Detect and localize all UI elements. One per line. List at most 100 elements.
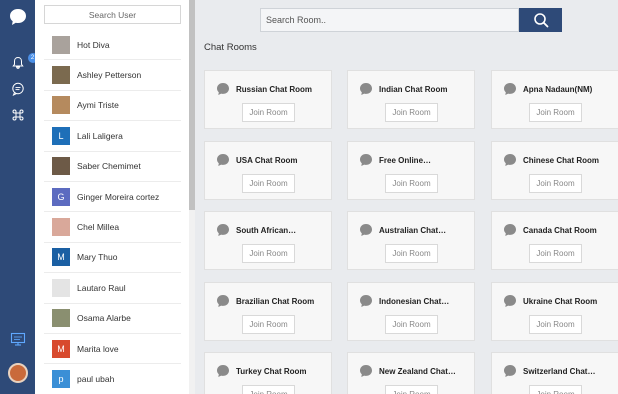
join-room-button[interactable]: Join Room xyxy=(385,103,438,122)
user-list-item[interactable]: Chel Millea xyxy=(44,212,181,243)
user-list-item[interactable]: M Mary Thuo xyxy=(44,243,181,274)
room-card-header: Russian Chat Room xyxy=(216,82,312,96)
room-card: Australian Chat… Join Room xyxy=(347,211,475,270)
join-room-button[interactable]: Join Room xyxy=(242,103,295,122)
join-room-button[interactable]: Join Room xyxy=(385,315,438,334)
room-card: Indian Chat Room Join Room xyxy=(347,70,475,129)
user-list-item[interactable]: Aymi Triste xyxy=(44,91,181,122)
user-name: paul ubah xyxy=(77,373,115,384)
room-card: New Zealand Chat… Join Room xyxy=(347,352,475,394)
chat-bubble-icon xyxy=(360,224,372,236)
command-button[interactable] xyxy=(0,106,35,124)
room-name: Indian Chat Room xyxy=(379,84,448,94)
user-list-panel: Hot Diva Ashley Petterson Aymi Triste L Lali… xyxy=(35,0,195,394)
avatar xyxy=(52,96,70,115)
join-room-button[interactable]: Join Room xyxy=(529,174,582,193)
chat-bubble-icon xyxy=(360,83,372,95)
room-card: Chinese Chat Room Join Room xyxy=(491,141,618,200)
search-room-input[interactable] xyxy=(260,8,519,32)
room-card-header: Switzerland Chat… xyxy=(503,364,595,378)
join-room-button[interactable]: Join Room xyxy=(242,385,295,394)
chat-bubble-icon xyxy=(504,83,516,95)
user-list: Hot Diva Ashley Petterson Aymi Triste L Lali… xyxy=(44,30,181,394)
room-card: South African… Join Room xyxy=(204,211,332,270)
room-card-header: Turkey Chat Room xyxy=(216,364,307,378)
room-name: Ukraine Chat Room xyxy=(523,296,598,306)
command-icon xyxy=(12,109,23,121)
room-card: Ukraine Chat Room Join Room xyxy=(491,282,618,341)
join-room-button[interactable]: Join Room xyxy=(529,103,582,122)
join-room-button[interactable]: Join Room xyxy=(242,174,295,193)
user-name: Marita love xyxy=(77,343,119,354)
room-name: Australian Chat… xyxy=(379,225,447,235)
chat-bubble-icon xyxy=(360,154,372,166)
avatar xyxy=(7,363,28,383)
room-card-header: USA Chat Room xyxy=(216,153,297,167)
search-user-input[interactable] xyxy=(44,5,181,24)
room-name: Brazilian Chat Room xyxy=(236,296,315,306)
user-list-item[interactable]: p paul ubah xyxy=(44,364,181,394)
user-list-item[interactable]: Hot Diva xyxy=(44,30,181,61)
chat-bubble-icon xyxy=(217,365,229,377)
room-name: South African… xyxy=(236,225,297,235)
room-card-header: Indian Chat Room xyxy=(359,82,447,96)
join-room-button[interactable]: Join Room xyxy=(385,174,438,193)
main-content: Chat Rooms Russian Chat RoomJoin RoomInd… xyxy=(195,0,618,394)
join-room-button[interactable]: Join Room xyxy=(529,244,582,263)
room-card-header: Brazilian Chat Room xyxy=(216,294,314,308)
screen-button[interactable] xyxy=(0,330,35,348)
user-list-item[interactable]: Osama Alarbe xyxy=(44,304,181,334)
section-title: Chat Rooms xyxy=(204,42,257,53)
user-list-item[interactable]: Lautaro Raul xyxy=(44,273,181,304)
room-card: Canada Chat Room Join Room xyxy=(491,211,618,270)
room-name: Switzerland Chat… xyxy=(523,366,596,376)
screen-icon xyxy=(10,332,25,346)
join-room-button[interactable]: Join Room xyxy=(385,244,438,263)
user-list-item[interactable]: Ashley Petterson xyxy=(44,60,181,91)
room-card-header: Australian Chat… xyxy=(359,223,446,237)
chat-bubble-icon xyxy=(504,365,516,377)
join-room-button[interactable]: Join Room xyxy=(242,315,295,334)
room-name: Canada Chat Room xyxy=(523,225,597,235)
room-card: Brazilian Chat Room Join Room xyxy=(204,282,332,341)
chat-bubble-icon xyxy=(217,224,229,236)
room-card: Switzerland Chat… Join Room xyxy=(491,352,618,394)
messages-button[interactable] xyxy=(0,80,35,98)
user-name: Ginger Moreira cortez xyxy=(77,191,160,202)
chat-bubble-icon xyxy=(360,365,372,377)
chat-logo-icon[interactable] xyxy=(0,6,35,28)
join-room-button[interactable]: Join Room xyxy=(242,244,295,263)
join-room-button[interactable]: Join Room xyxy=(385,385,438,394)
user-name: Saber Chemimet xyxy=(77,161,141,172)
room-card: Indonesian Chat… Join Room xyxy=(347,282,475,341)
room-card: Russian Chat Room Join Room xyxy=(204,70,332,129)
user-name: Mary Thuo xyxy=(77,252,118,263)
user-list-item[interactable]: Saber Chemimet xyxy=(44,152,181,182)
avatar xyxy=(52,35,70,54)
room-card-header: Canada Chat Room xyxy=(503,223,597,237)
room-card-header: Chinese Chat Room xyxy=(503,153,599,167)
user-list-item[interactable]: G Ginger Moreira cortez xyxy=(44,182,181,213)
chat-bubble-icon xyxy=(360,295,372,307)
user-list-item[interactable]: M Marita love xyxy=(44,334,181,365)
chat-bubble-icon xyxy=(504,224,516,236)
avatar xyxy=(52,66,70,85)
notifications-button[interactable]: 2 xyxy=(0,53,38,72)
room-name: Free Online… xyxy=(379,155,432,165)
user-name: Lautaro Raul xyxy=(77,282,126,293)
room-card: USA Chat Room Join Room xyxy=(204,141,332,200)
chat-bubble-icon xyxy=(217,154,229,166)
avatar: M xyxy=(52,248,70,267)
join-room-button[interactable]: Join Room xyxy=(529,315,582,334)
chat-bubble-icon xyxy=(217,295,229,307)
profile-avatar-button[interactable] xyxy=(0,362,35,384)
search-room-button[interactable] xyxy=(519,8,562,32)
join-room-button[interactable]: Join Room xyxy=(529,385,582,394)
icon-rail: 2 xyxy=(0,0,38,394)
user-list-item[interactable]: L Lali Laligera xyxy=(44,121,181,152)
room-name: Chinese Chat Room xyxy=(523,155,600,165)
room-card-header: Indonesian Chat… xyxy=(359,294,449,308)
room-card-header: Ukraine Chat Room xyxy=(503,294,597,308)
avatar: L xyxy=(52,126,70,145)
room-card: Free Online… Join Room xyxy=(347,141,475,200)
